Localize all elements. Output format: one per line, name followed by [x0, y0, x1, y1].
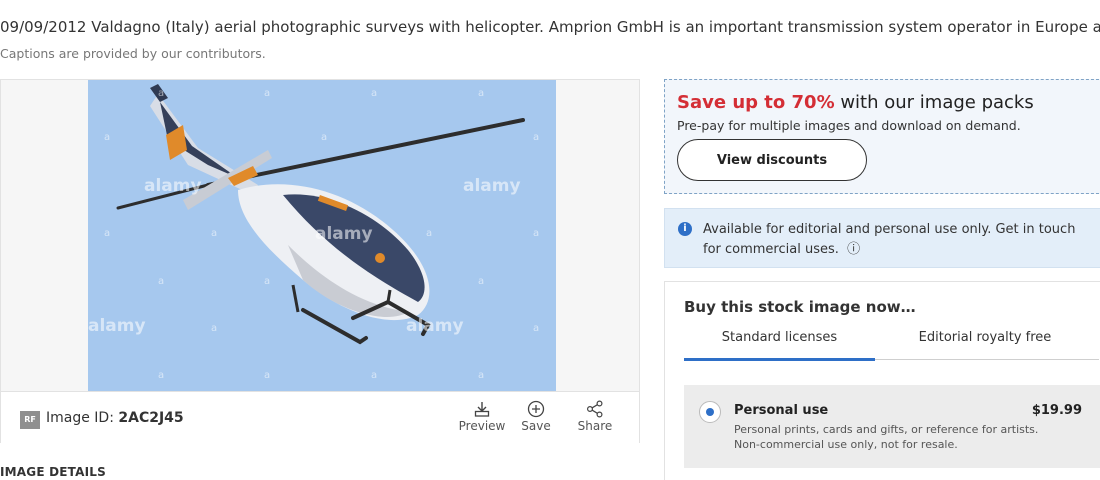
watermark-small: a — [264, 88, 271, 99]
watermark-small: a — [158, 370, 165, 381]
watermark-small: a — [426, 228, 433, 239]
license-price: $19.99 — [1031, 403, 1082, 418]
image-id-value: 2AC2J45 — [118, 410, 184, 426]
preview-label: Preview — [458, 419, 506, 433]
watermark-small: a — [371, 88, 378, 99]
buy-title: Buy this stock image now… — [684, 298, 916, 316]
rf-badge: RF — [20, 411, 40, 429]
usage-notice-text: Available for editorial and personal use… — [703, 220, 1093, 260]
watermark-small: a — [211, 323, 218, 334]
preview-icon — [474, 402, 490, 417]
contributors-note: Captions are provided by our contributor… — [0, 46, 266, 61]
promo-highlight: Save up to 70% — [677, 92, 835, 113]
active-tab-indicator — [684, 358, 875, 361]
tab-editorial-royalty-free[interactable]: Editorial royalty free — [885, 330, 1085, 345]
watermark-small: a — [104, 228, 111, 239]
watermark-small: a — [478, 88, 485, 99]
watermark-small: a — [158, 88, 165, 99]
preview-button[interactable]: Preview — [457, 400, 507, 433]
watermark: alamy — [88, 316, 146, 336]
info-tooltip-icon[interactable]: ⓘ — [847, 242, 860, 257]
image-id: Image ID: 2AC2J45 — [46, 410, 184, 426]
watermark-small: a — [264, 370, 271, 381]
image-details-heading: IMAGE DETAILS — [0, 465, 106, 479]
license-option-personal[interactable]: Personal use $19.99 Personal prints, car… — [684, 385, 1100, 468]
license-radio[interactable] — [699, 401, 721, 423]
watermark-small: a — [533, 323, 540, 334]
radio-selected-dot — [706, 408, 714, 416]
save-button[interactable]: Save — [511, 400, 561, 433]
license-description: Personal prints, cards and gifts, or ref… — [734, 423, 1039, 451]
promo-subtitle: Pre-pay for multiple images and download… — [677, 118, 1021, 133]
usage-notice: i Available for editorial and personal u… — [664, 208, 1100, 268]
view-discounts-button[interactable]: View discounts — [677, 139, 867, 181]
plus-circle-icon — [527, 400, 545, 418]
promo-title: Save up to 70% with our image packs — [677, 92, 1034, 113]
notice-text: Available for editorial and personal use… — [703, 222, 1076, 257]
watermark-small: a — [478, 370, 485, 381]
promo-title-rest: with our image packs — [834, 92, 1034, 113]
save-label: Save — [521, 419, 551, 433]
image-id-label: Image ID: — [46, 410, 114, 426]
image-toolbar: RF Image ID: 2AC2J45 Preview Save Share — [1, 391, 639, 444]
watermark-small: a — [321, 132, 328, 143]
license-name: Personal use — [734, 403, 829, 418]
watermark-small: a — [211, 228, 218, 239]
info-icon: i — [678, 222, 692, 236]
watermark: alamy — [144, 176, 202, 196]
watermark-small: a — [104, 132, 111, 143]
image-caption: 09/09/2012 Valdagno (Italy) aerial photo… — [0, 18, 1100, 36]
tab-standard-licenses[interactable]: Standard licenses — [684, 330, 875, 345]
image-viewer: alamy alamy alamy alamy alamy a a a a a … — [0, 79, 640, 444]
watermark-small: a — [371, 370, 378, 381]
share-label: Share — [577, 419, 613, 433]
watermark: alamy — [406, 316, 464, 336]
watermark-small: a — [478, 276, 485, 287]
share-button[interactable]: Share — [570, 400, 620, 433]
watermark-small: a — [533, 228, 540, 239]
buy-panel: Buy this stock image now… Standard licen… — [664, 281, 1100, 480]
watermark: alamy — [315, 224, 373, 244]
watermark-small: a — [533, 132, 540, 143]
watermark-small: a — [264, 276, 271, 287]
share-icon — [586, 400, 603, 418]
helicopter-photo[interactable]: alamy alamy alamy alamy alamy a a a a a … — [88, 80, 556, 391]
image-pack-promo: Save up to 70% with our image packs Pre-… — [664, 79, 1100, 194]
watermark: alamy — [463, 176, 521, 196]
watermark-small: a — [158, 276, 165, 287]
